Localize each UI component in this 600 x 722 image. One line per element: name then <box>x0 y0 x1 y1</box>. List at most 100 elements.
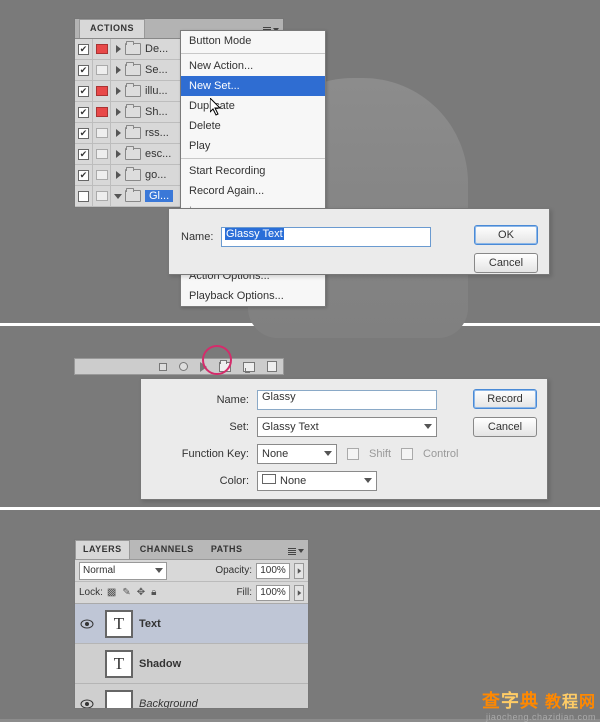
expand-icon[interactable] <box>116 150 121 158</box>
color-label: Color: <box>151 475 257 487</box>
menu-item[interactable]: New Set... <box>181 76 325 96</box>
tab-layers[interactable]: LAYERS <box>75 540 130 559</box>
lock-pixels-icon[interactable]: ✎ <box>122 587 130 598</box>
toggle-checkbox[interactable]: ✔ <box>78 149 89 160</box>
shift-label: Shift <box>369 448 391 460</box>
menu-item[interactable]: Playback Options... <box>181 286 325 306</box>
cancel-button[interactable]: Cancel <box>474 253 538 273</box>
dialog-toggle-icon[interactable] <box>96 65 108 75</box>
folder-icon <box>125 64 141 76</box>
menu-item[interactable]: Duplicate <box>181 96 325 116</box>
fill-stepper[interactable] <box>294 585 304 601</box>
expand-icon[interactable] <box>116 129 121 137</box>
color-dropdown[interactable]: None <box>257 471 377 491</box>
lock-transparency-icon[interactable]: ▩ <box>107 587 116 598</box>
cursor-icon <box>210 98 224 116</box>
visibility-toggle[interactable] <box>75 699 99 709</box>
folder-icon <box>125 169 141 181</box>
layer-name: Text <box>139 618 161 630</box>
action-name: De... <box>145 43 168 55</box>
chevron-down-icon <box>324 451 332 456</box>
control-checkbox[interactable] <box>401 448 413 460</box>
toggle-checkbox[interactable]: ✔ <box>78 107 89 118</box>
layer-row[interactable]: T Shadow <box>75 644 308 684</box>
function-key-dropdown[interactable]: None <box>257 444 337 464</box>
opacity-input[interactable]: 100% <box>256 563 290 579</box>
dialog-toggle-icon[interactable] <box>96 86 108 96</box>
chevron-down-icon <box>424 424 432 429</box>
folder-icon <box>125 148 141 160</box>
layer-thumbnail <box>105 690 133 710</box>
action-name: esc... <box>145 148 171 160</box>
dialog-toggle-icon[interactable] <box>96 107 108 117</box>
action-name: Se... <box>145 64 168 76</box>
toggle-checkbox[interactable]: ✔ <box>78 44 89 55</box>
menu-item[interactable]: Button Mode <box>181 31 325 51</box>
toggle-checkbox[interactable]: ✔ <box>78 170 89 181</box>
actions-tab[interactable]: ACTIONS <box>79 19 145 38</box>
opacity-stepper[interactable] <box>294 563 304 579</box>
menu-item[interactable]: Delete <box>181 116 325 136</box>
shift-checkbox[interactable] <box>347 448 359 460</box>
action-name: Sh... <box>145 106 168 118</box>
trash-icon[interactable] <box>267 361 277 372</box>
folder-icon <box>125 85 141 97</box>
annotation-circle <box>202 345 232 375</box>
ok-button[interactable]: OK <box>474 225 538 245</box>
dialog-toggle-icon[interactable] <box>96 44 108 54</box>
collapse-icon[interactable] <box>114 194 122 199</box>
control-label: Control <box>423 448 458 460</box>
visibility-toggle[interactable] <box>75 619 99 629</box>
expand-icon[interactable] <box>116 45 121 53</box>
folder-icon <box>125 106 141 118</box>
fill-input[interactable]: 100% <box>256 585 290 601</box>
chevron-down-icon <box>155 568 163 573</box>
blend-mode-dropdown[interactable]: Normal <box>79 562 167 580</box>
watermark: 查字典 教程网 <box>482 687 596 713</box>
toggle-checkbox[interactable]: ✔ <box>78 86 89 97</box>
layer-row[interactable]: T Text <box>75 604 308 644</box>
layer-row[interactable]: Background <box>75 684 308 709</box>
lock-position-icon[interactable]: ✥ <box>137 587 145 598</box>
set-name-input[interactable]: Glassy Text <box>221 227 431 247</box>
dialog-toggle-icon[interactable] <box>96 170 108 180</box>
folder-icon <box>125 127 141 139</box>
toggle-checkbox[interactable]: ✔ <box>78 65 89 76</box>
opacity-label: Opacity: <box>215 565 252 576</box>
new-action-icon[interactable] <box>243 362 255 372</box>
menu-item[interactable]: New Action... <box>181 56 325 76</box>
expand-icon[interactable] <box>116 87 121 95</box>
name-label: Name: <box>151 394 257 406</box>
dialog-toggle-icon[interactable] <box>96 128 108 138</box>
expand-icon[interactable] <box>116 108 121 116</box>
tab-paths[interactable]: PATHS <box>204 541 250 560</box>
fill-label: Fill: <box>236 587 252 598</box>
cancel-button[interactable]: Cancel <box>473 417 537 437</box>
new-action-dialog: Name: Glassy Set: Glassy Text Function K… <box>140 378 548 500</box>
panel-menu-icon[interactable] <box>288 545 304 557</box>
toggle-checkbox[interactable] <box>78 191 89 202</box>
expand-icon[interactable] <box>116 171 121 179</box>
actions-footer-bar <box>74 358 284 375</box>
new-set-dialog: Name: Glassy Text OK Cancel <box>168 208 550 275</box>
tab-channels[interactable]: CHANNELS <box>133 541 201 560</box>
menu-item[interactable]: Play <box>181 136 325 156</box>
action-name-input[interactable]: Glassy <box>257 390 437 410</box>
layer-thumbnail: T <box>105 650 133 678</box>
menu-item[interactable]: Record Again... <box>181 181 325 201</box>
layers-panel: LAYERS CHANNELS PATHS Normal Opacity: 10… <box>74 539 309 709</box>
record-icon[interactable] <box>179 362 188 371</box>
toggle-checkbox[interactable]: ✔ <box>78 128 89 139</box>
dialog-toggle-icon[interactable] <box>96 191 108 201</box>
menu-item[interactable]: Start Recording <box>181 161 325 181</box>
set-dropdown[interactable]: Glassy Text <box>257 417 437 437</box>
dialog-toggle-icon[interactable] <box>96 149 108 159</box>
expand-icon[interactable] <box>116 66 121 74</box>
lock-all-icon[interactable]: 🔒︎ <box>151 587 156 598</box>
record-button[interactable]: Record <box>473 389 537 409</box>
stop-icon[interactable] <box>159 363 167 371</box>
watermark-url: jiaocheng.chazidian.com <box>486 712 596 722</box>
folder-icon <box>125 190 141 202</box>
function-key-label: Function Key: <box>151 448 257 460</box>
lock-label: Lock: <box>79 587 103 598</box>
